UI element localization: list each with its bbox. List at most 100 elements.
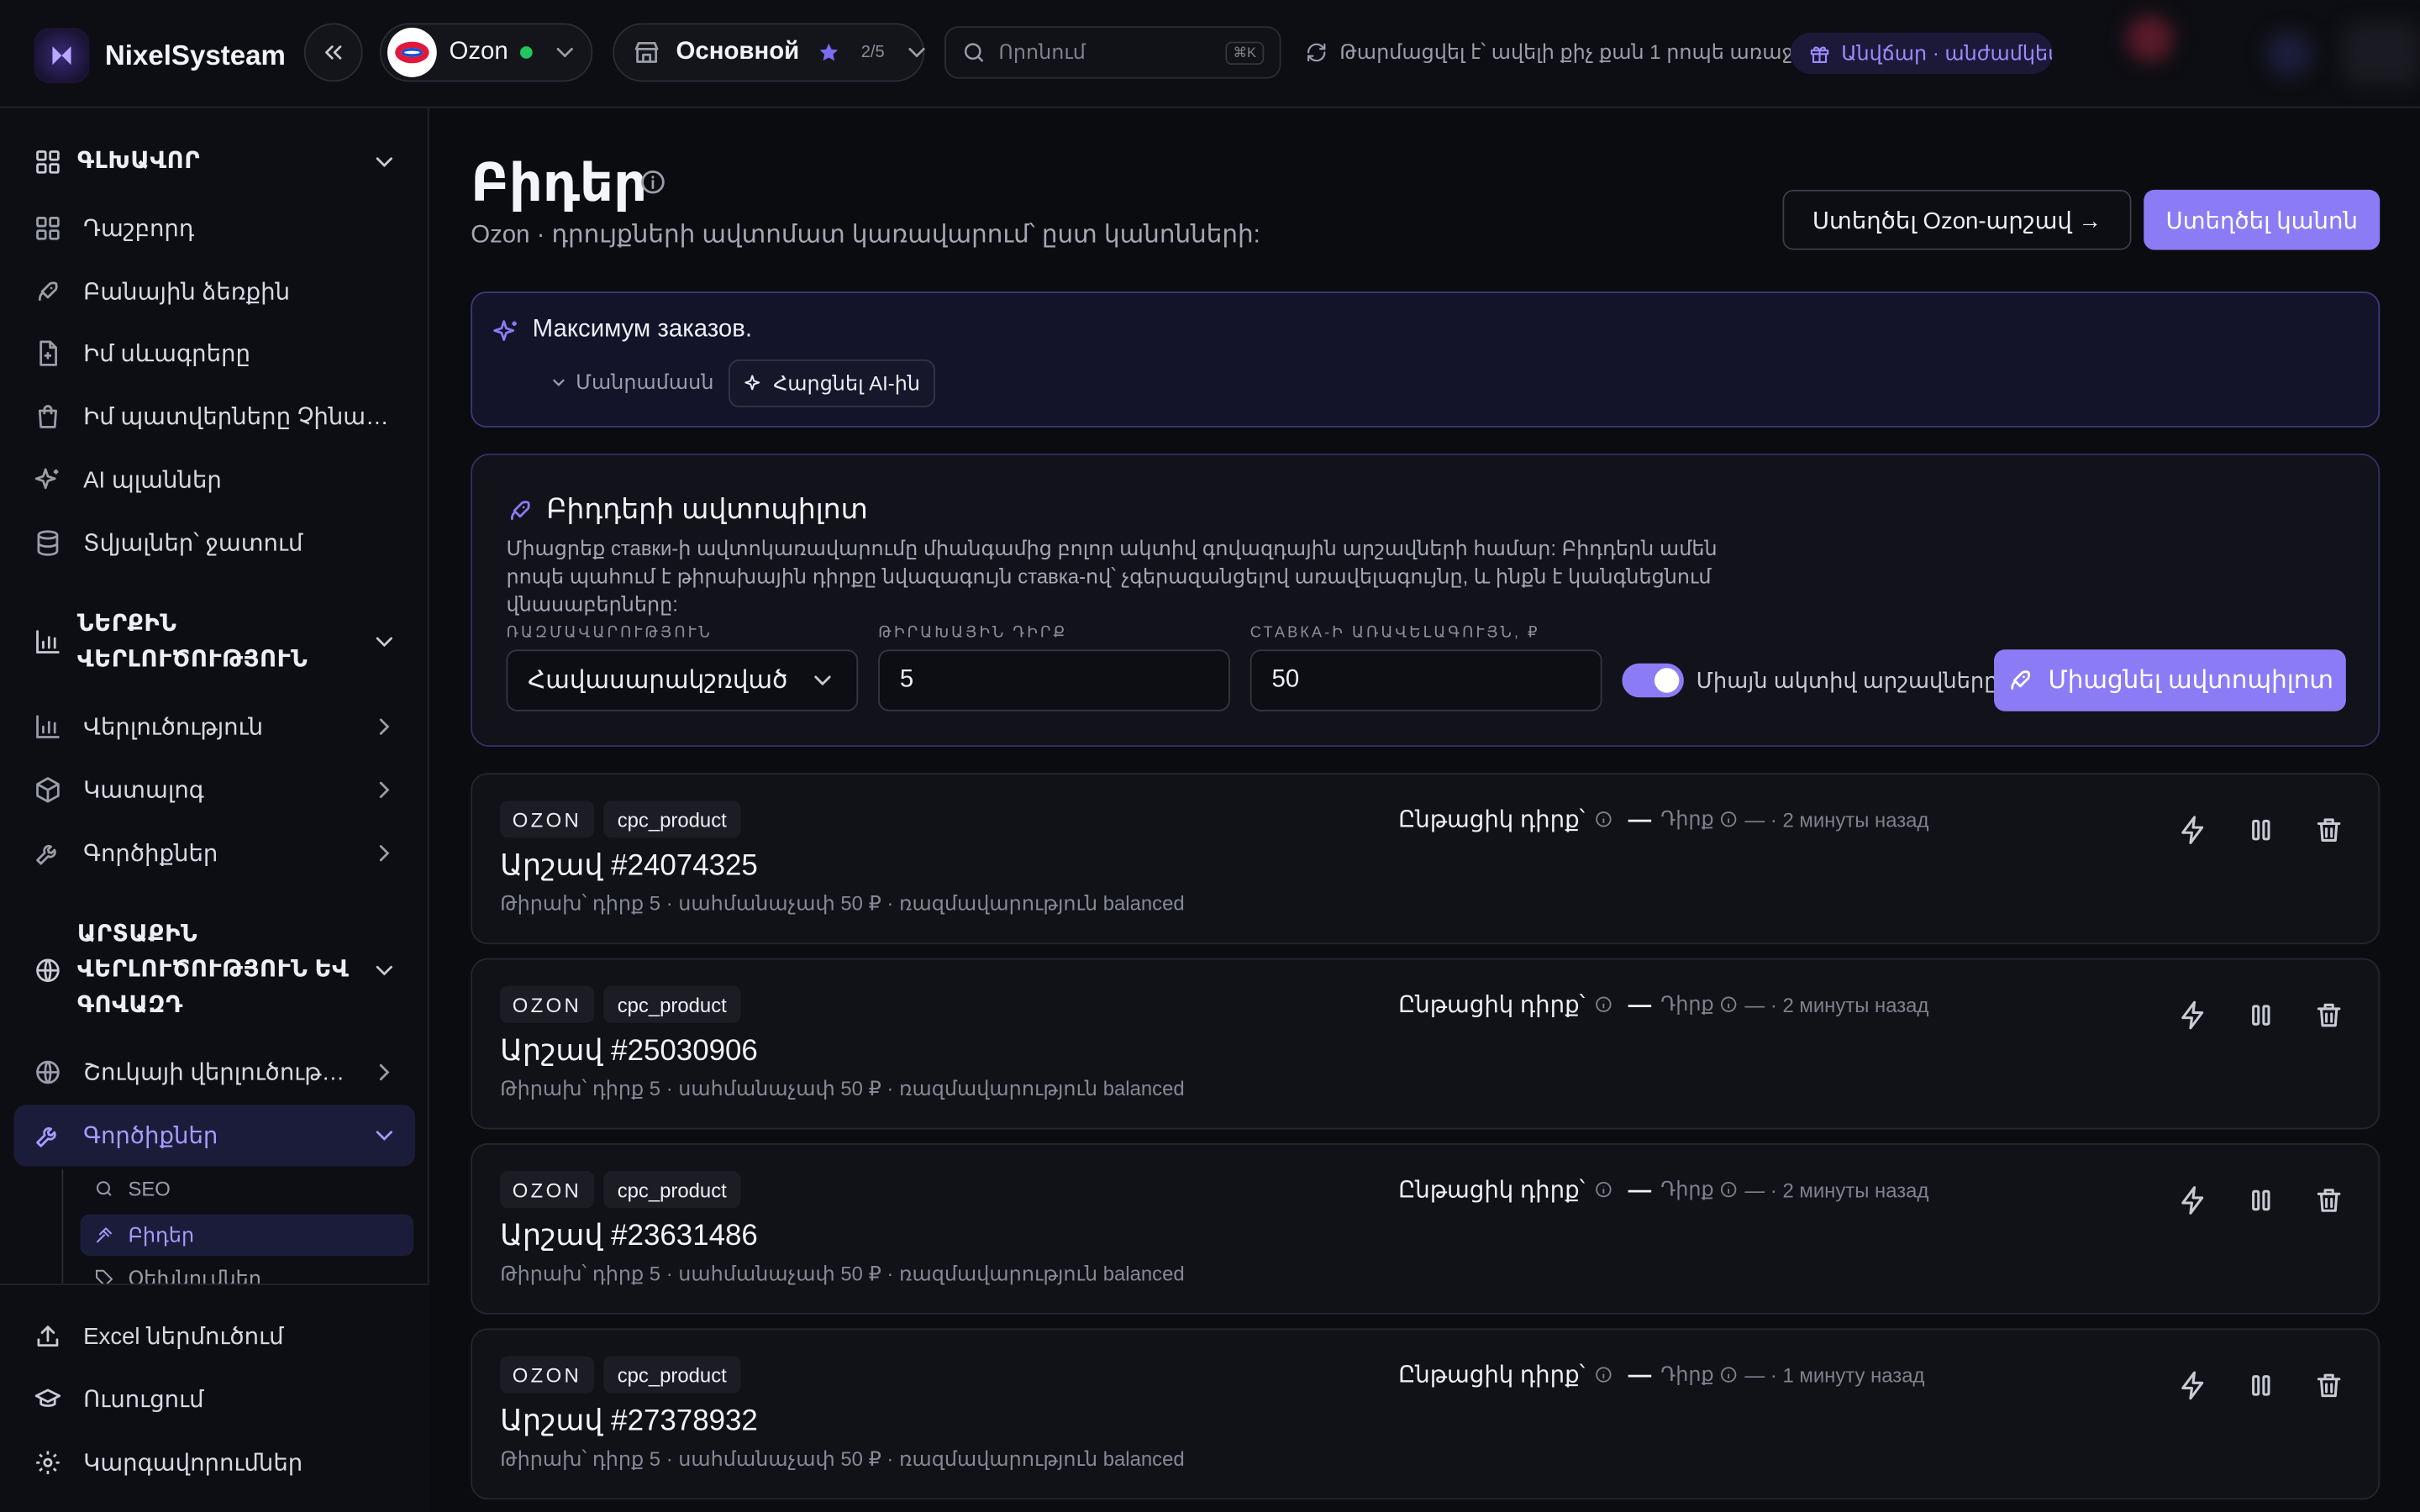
info-icon[interactable]: [1594, 995, 1612, 1014]
info-icon[interactable]: [1594, 1366, 1612, 1384]
sidebar-item-label: Կատալոգ: [83, 777, 204, 804]
create-ozon-campaign-button[interactable]: Ստեղծել Ozon-արշավ →: [1782, 189, 2132, 250]
sidebar-item-label: Իմ պատվերները Չինաստանից: [83, 404, 398, 431]
ask-ai-label: Հարցնել AI-ին: [773, 370, 920, 395]
enable-autopilot-button[interactable]: Միացնել ավտոպիլոտ: [1994, 649, 2346, 711]
sidebar-item-dashboard[interactable]: Դաշբորդ: [34, 205, 397, 251]
sidebar-section-external[interactable]: ԱՐՏԱՔԻՆ ՎԵՐԼՈՒԾՈՒԹՅՈՒՆ ԵՎ ԳՈՎԱԶԴ: [34, 916, 397, 1023]
sidebar-item-orders[interactable]: Իմ պատվերները Չինաստանից: [34, 393, 398, 439]
campaign-type-tag: cpc_product: [603, 1356, 741, 1394]
marketplace-tag: OZON: [500, 1171, 594, 1209]
globe-icon: [34, 1058, 61, 1086]
sidebar-subitem-seo[interactable]: SEO: [81, 1168, 414, 1210]
position-updated-text: — · 2 минуты назад: [1744, 992, 1929, 1016]
chevron-down-icon: [371, 628, 398, 656]
campaign-title[interactable]: Արշավ #23631486: [500, 1219, 758, 1254]
collapse-sidebar-button[interactable]: [303, 23, 363, 82]
lightning-icon[interactable]: [2178, 815, 2209, 846]
info-icon[interactable]: [1720, 995, 1739, 1014]
sidebar-subitem-bidder[interactable]: Բիդեր: [80, 1214, 414, 1257]
autopilot-title: Բիդդերի ավտոպիլոտ: [546, 493, 868, 525]
page-subtitle: Ozon · դրույքների ավտոմատ կառավարում՝ ըս…: [471, 222, 1260, 249]
shop-switcher[interactable]: Основной 2/5: [613, 23, 926, 82]
info-icon[interactable]: [1720, 1180, 1739, 1199]
current-position-value: —: [1628, 1176, 1652, 1203]
sidebar-item-ai-plans[interactable]: AI պլաններ: [34, 457, 397, 503]
ask-ai-button[interactable]: Հարցնել AI-ին: [728, 359, 936, 407]
promo-badge[interactable]: Անվճար · անժամկետ: [1790, 32, 2053, 75]
campaign-type-tag: cpc_product: [603, 985, 741, 1023]
lightning-icon[interactable]: [2178, 1185, 2209, 1216]
sidebar-section-internal[interactable]: ՆԵՐՔԻՆ ՎԵՐԼՈՒԾՈՒԹՅՈՒՆ: [34, 606, 397, 677]
search-icon: [961, 40, 986, 65]
info-icon[interactable]: [639, 168, 666, 196]
sidebar-item-data[interactable]: Տվյալներ՝ ջատում: [34, 520, 397, 566]
target-position-input[interactable]: 5: [878, 649, 1230, 711]
insight-details-toggle[interactable]: Մանրամասն: [550, 370, 714, 395]
sidebar-item-learning[interactable]: Ուսուցում: [34, 1376, 397, 1422]
max-bid-input[interactable]: 50: [1249, 649, 1602, 711]
sidebar-item-analytics[interactable]: Վերլուծություն: [34, 704, 397, 750]
campaign-meta: Թիրախ՝ դիրք 5 · սահմանաչափ 50 ₽ · ռազմավ…: [500, 891, 1185, 916]
campaign-type-tag: cpc_product: [603, 1171, 741, 1209]
bar-chart-icon: [34, 713, 61, 741]
pause-icon[interactable]: [2245, 815, 2276, 846]
settings-icon: [34, 1449, 61, 1477]
chevron-down-icon: [371, 1121, 398, 1149]
store-icon: [633, 39, 660, 66]
ai-insight-banner: Максимум заказов. Մանրամասն Հարցնել AI-ի…: [471, 291, 2381, 428]
info-icon[interactable]: [1720, 1366, 1739, 1384]
database-icon: [34, 529, 61, 557]
sidebar-item-tools-internal[interactable]: Գործիքներ: [34, 830, 397, 876]
sparkles-icon: [492, 318, 520, 345]
sidebar-item-label: Կարգավորումներ: [83, 1450, 303, 1477]
strategy-select[interactable]: Հավասարակշռված: [506, 649, 859, 711]
only-active-toggle[interactable]: [1622, 663, 1684, 698]
brand[interactable]: NixelSysteam: [34, 28, 286, 84]
create-rule-button[interactable]: Ստեղծել կանոն: [2144, 189, 2381, 250]
sidebar-item-label: Վերլուծություն: [83, 714, 264, 741]
campaign-title[interactable]: Արշավ #25030906: [500, 1034, 758, 1069]
trash-icon[interactable]: [2313, 1370, 2344, 1401]
sidebar-item-drafts[interactable]: Իմ սևագրերը: [34, 330, 397, 376]
campaign-title[interactable]: Արշավ #24074325: [500, 848, 758, 884]
info-icon[interactable]: [1594, 810, 1612, 828]
lightning-icon[interactable]: [2178, 1000, 2209, 1031]
pause-icon[interactable]: [2245, 1370, 2276, 1401]
chevron-down-icon: [371, 956, 398, 984]
main-content: Բիդեր Ozon · դրույքների ավտոմատ կառավարո…: [430, 109, 2420, 1512]
lightning-icon[interactable]: [2178, 1370, 2209, 1401]
sidebar-item-excel-import[interactable]: Excel ներմուծում: [34, 1313, 397, 1359]
campaign-card: OZON cpc_product Արշավ #25030906 Թիրախ՝ …: [471, 958, 2381, 1130]
sidebar-item-label: Գործիքներ: [83, 1123, 218, 1150]
wrench-icon: [34, 1121, 61, 1149]
info-icon[interactable]: [1594, 1180, 1612, 1199]
info-icon[interactable]: [1720, 810, 1739, 828]
marketplace-tag: OZON: [500, 801, 594, 838]
trash-icon[interactable]: [2313, 1000, 2344, 1031]
sidebar-item-label: Ուսուցում: [83, 1387, 204, 1414]
sidebar-item-catalog[interactable]: Կատալոգ: [34, 767, 397, 813]
sidebar-item-settings[interactable]: Կարգավորումներ: [34, 1440, 397, 1486]
sidebar-item-launch[interactable]: Բանային ձեռքին: [34, 269, 397, 315]
campaign-title[interactable]: Արշավ #27378932: [500, 1404, 758, 1439]
bar-chart-icon: [34, 628, 61, 656]
sync-status[interactable]: Թարմացվել է՝ ավելի քիչ քան 1 րոպե առաջ: [1306, 40, 1793, 65]
campaign-actions: [2178, 1185, 2344, 1216]
sparkles-icon: [744, 373, 764, 393]
graduation-cap-icon: [34, 1385, 61, 1413]
sidebar-subitem-label: SEO: [128, 1177, 171, 1200]
search-input[interactable]: Որոնում ⌘K: [944, 26, 1281, 79]
sidebar-item-market-analytics[interactable]: Շուկայի վերլուծություն: [34, 1049, 397, 1095]
sidebar-section-main[interactable]: ԳԼԽԱՎՈՐ: [34, 144, 397, 179]
trash-icon[interactable]: [2313, 815, 2344, 846]
insight-details-label: Մանրամասն: [576, 370, 714, 394]
pause-icon[interactable]: [2245, 1000, 2276, 1031]
trash-icon[interactable]: [2313, 1185, 2344, 1216]
insight-text: Максимум заказов.: [532, 316, 753, 343]
position-label: Դիրք: [1660, 1362, 1714, 1386]
marketplace-switcher[interactable]: Ozon: [379, 23, 593, 82]
sidebar-item-tools-external[interactable]: Գործիքներ: [34, 1112, 397, 1158]
shopping-bag-icon: [34, 402, 61, 430]
pause-icon[interactable]: [2245, 1185, 2276, 1216]
